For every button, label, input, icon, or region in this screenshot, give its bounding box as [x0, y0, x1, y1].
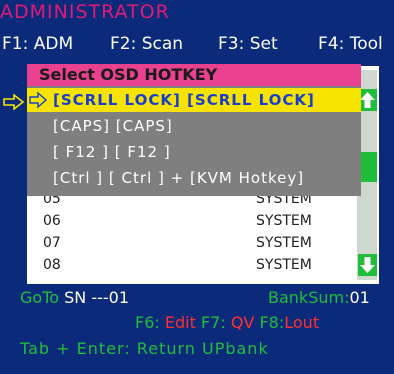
list-item-number: 08 — [43, 257, 61, 273]
tab-hint: Tab + Enter: Return UPbank — [20, 339, 269, 358]
qv-action[interactable]: QV — [231, 313, 255, 332]
hotkey-option-label: [Ctrl ] [ Ctrl ] + [KVM Hotkey] — [53, 169, 305, 187]
hotkey-option-scroll-lock[interactable]: [SCRLL LOCK] [SCRLL LOCK] — [27, 88, 361, 112]
menu-item-tool[interactable]: F4: Tool — [318, 34, 383, 54]
hotkey-option-label: [SCRLL LOCK] [SCRLL LOCK] — [53, 91, 315, 109]
goto-field[interactable]: GoTo SN ---01 — [20, 288, 129, 307]
banksum-label: BankSum: — [268, 288, 350, 307]
hotkey-option-label: [CAPS] [CAPS] — [53, 117, 173, 135]
lout-action[interactable]: Lout — [284, 313, 319, 332]
menu-item-set[interactable]: F3: Set — [218, 34, 278, 54]
hotkey-select-popup: Select OSD HOTKEY [SCRLL LOCK] [SCRLL LO… — [27, 64, 361, 196]
banksum-value: 01 — [349, 288, 370, 307]
bank-sum: BankSum:01 — [268, 288, 370, 307]
list-item-name: SYSTEM — [256, 235, 312, 251]
hotkey-option-caps[interactable]: [CAPS] [CAPS] — [27, 114, 361, 138]
list-item[interactable]: 06 SYSTEM — [43, 213, 363, 235]
list-item-number: 07 — [43, 235, 61, 251]
list-item[interactable]: 08 SYSTEM — [43, 257, 363, 279]
f7-key: F7: — [200, 313, 226, 332]
scroll-down-icon — [360, 257, 375, 273]
hotkey-option-label: [ F12 ] [ F12 ] — [53, 143, 171, 161]
menu-item-scan[interactable]: F2: Scan — [110, 34, 183, 54]
window-title: ADMINISTRATOR — [0, 1, 170, 23]
menu-item-adm[interactable]: F1: ADM — [2, 34, 73, 54]
pointer-arrow-icon — [29, 88, 49, 112]
hotkey-option-ctrl[interactable]: [Ctrl ] [ Ctrl ] + [KVM Hotkey] — [27, 166, 361, 190]
function-key-bar: F6: Edit F7: QV F8:Lout — [135, 313, 319, 332]
edit-action[interactable]: Edit — [165, 313, 196, 332]
f6-key: F6: — [135, 313, 160, 332]
scroll-down-button[interactable] — [358, 254, 377, 276]
list-item[interactable]: 07 SYSTEM — [43, 235, 363, 257]
menu-bar: F1: ADM F2: Scan F3: Set F4: Tool — [0, 34, 394, 60]
hotkey-option-f12[interactable]: [ F12 ] [ F12 ] — [27, 140, 361, 164]
list-item-name: SYSTEM — [256, 213, 312, 229]
popup-title: Select OSD HOTKEY — [27, 64, 361, 86]
list-item-number: 06 — [43, 213, 61, 229]
list-item-name: SYSTEM — [256, 257, 312, 273]
pointer-arrow-icon — [3, 94, 25, 110]
sn-value: SN ---01 — [64, 288, 130, 307]
f8-key: F8: — [259, 313, 285, 332]
goto-label: GoTo — [20, 288, 60, 307]
